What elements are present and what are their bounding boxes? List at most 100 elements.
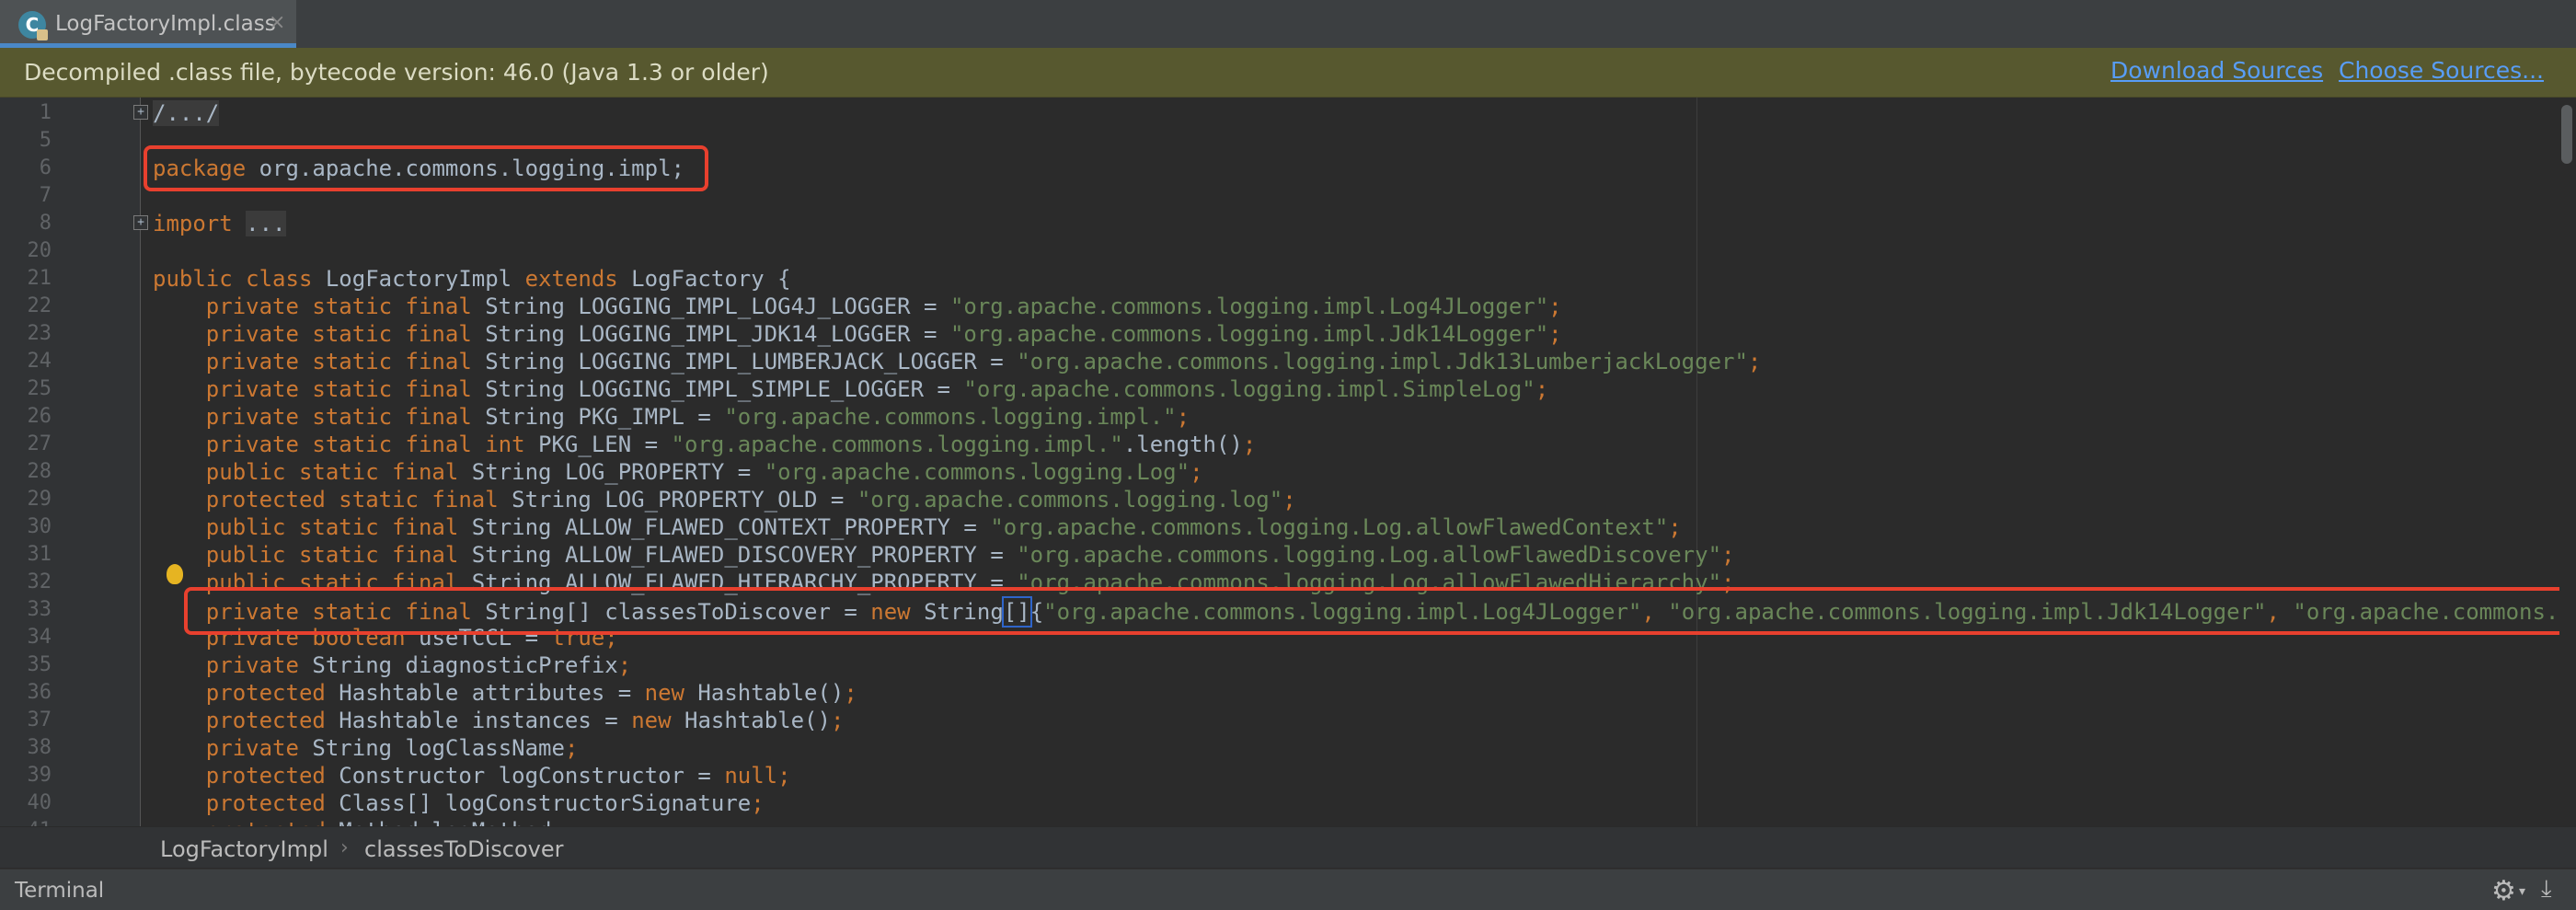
code-token: "org.apache.commons.logging.impl.Jdk14Lo… bbox=[949, 321, 1549, 347]
code-token: protected bbox=[205, 708, 326, 733]
code-token: private static final int bbox=[205, 432, 525, 457]
code-line[interactable]: private static final String LOGGING_IMPL… bbox=[153, 320, 2545, 348]
code-token: ; bbox=[830, 708, 845, 733]
code-token: "org.apache.commons.logging.impl.SimpleL… bbox=[963, 376, 1535, 402]
code-token: Method logMethod bbox=[326, 818, 551, 826]
code-token: ; bbox=[551, 818, 564, 826]
close-tab-icon[interactable]: × bbox=[269, 11, 285, 34]
code-token: Hashtable attributes = bbox=[325, 680, 645, 706]
code-token: protected bbox=[205, 763, 326, 789]
code-line[interactable]: private static final int PKG_LEN = "org.… bbox=[153, 431, 2545, 458]
line-number: 5 bbox=[39, 129, 52, 152]
code-line[interactable]: public static final String ALLOW_FLAWED_… bbox=[153, 541, 2545, 569]
code-token: ; bbox=[1282, 487, 1296, 513]
vertical-scrollbar[interactable] bbox=[2559, 98, 2576, 826]
line-number: 6 bbox=[39, 156, 52, 179]
code-editor[interactable]: 1 5 6 7 8 20 21 22 23 24 25 26 27 28 29 30 31 32 33 34 35 36 3… bbox=[0, 98, 2576, 826]
code-line[interactable]: protected Hashtable attributes = new Has… bbox=[153, 679, 2545, 707]
code-token: String LOG_PROPERTY = bbox=[458, 459, 765, 485]
code-token: String ALLOW_FLAWED_DISCOVERY_PROPERTY = bbox=[458, 542, 1018, 568]
code-token: String LOG_PROPERTY_OLD = bbox=[498, 487, 857, 513]
code-token: private static final bbox=[205, 294, 472, 319]
code-line[interactable]: private static final String LOGGING_IMPL… bbox=[153, 348, 2545, 375]
decompiled-notice-banner: Decompiled .class file, bytecode version… bbox=[0, 48, 2576, 98]
code-line[interactable]: /.../ bbox=[153, 99, 2545, 127]
code-line[interactable]: public static final String ALLOW_FLAWED_… bbox=[153, 513, 2545, 541]
line-number-gutter[interactable]: 1 5 6 7 8 20 21 22 23 24 25 26 27 28 29 30 31 32 33 34 35 36 3… bbox=[0, 98, 141, 826]
tab-logfactoryimpl[interactable]: C LogFactoryImpl.class × bbox=[0, 0, 296, 48]
terminal-tool-button[interactable]: Terminal bbox=[15, 879, 104, 903]
download-sources-link[interactable]: Download Sources bbox=[2110, 57, 2323, 84]
fold-header-icon[interactable]: + bbox=[133, 105, 148, 120]
line-number: 7 bbox=[39, 184, 52, 207]
fold-imports-icon[interactable]: + bbox=[133, 215, 148, 230]
code-token: protected bbox=[205, 790, 326, 816]
code-token: "org.apache.commons.logging.Log.allowFla… bbox=[990, 514, 1669, 540]
line-number: 29 bbox=[27, 488, 52, 511]
code-token: ; bbox=[751, 790, 765, 816]
gear-icon[interactable]: ⚙ bbox=[2491, 875, 2516, 907]
code-token: Class[] logConstructorSignature bbox=[325, 790, 752, 816]
code-token: ; bbox=[1548, 294, 1562, 319]
code-token: public static final bbox=[205, 514, 459, 540]
code-token: String diagnosticPrefix bbox=[298, 652, 618, 678]
code-token: .length() bbox=[1122, 432, 1243, 457]
code-token: ; bbox=[1548, 321, 1562, 347]
lightbulb-intention-icon[interactable] bbox=[167, 564, 183, 584]
line-number: 24 bbox=[27, 350, 52, 373]
breadcrumb-member[interactable]: classesToDiscover bbox=[364, 836, 563, 862]
code-line[interactable]: protected Class[] logConstructorSignatur… bbox=[153, 789, 2545, 817]
line-number: 27 bbox=[27, 432, 52, 455]
choose-sources-link[interactable]: Choose Sources... bbox=[2339, 57, 2544, 84]
decompiled-badge-icon bbox=[37, 29, 48, 40]
line-number: 21 bbox=[27, 267, 52, 290]
code-token: "org.apache.commons.logging.Log" bbox=[764, 459, 1190, 485]
code-line[interactable]: private static final String LOGGING_IMPL… bbox=[153, 293, 2545, 320]
line-number: 28 bbox=[27, 460, 52, 483]
code-token: String logClassName bbox=[298, 735, 565, 761]
code-token: new bbox=[644, 680, 684, 706]
breadcrumb-class[interactable]: LogFactoryImpl bbox=[160, 836, 328, 862]
line-number: 33 bbox=[27, 598, 52, 621]
code-token: Hashtable instances = bbox=[325, 708, 632, 733]
code-line[interactable] bbox=[153, 237, 2545, 265]
line-number: 31 bbox=[27, 543, 52, 566]
code-line[interactable]: private String diagnosticPrefix; bbox=[153, 651, 2545, 679]
code-token: public static final bbox=[205, 459, 459, 485]
code-token: "org.apache.commons.logging.impl.Jdk13Lu… bbox=[1017, 349, 1748, 374]
code-line[interactable]: private static final String PKG_IMPL = "… bbox=[153, 403, 2545, 431]
code-token: LogFactoryImpl bbox=[312, 266, 525, 292]
line-number: 32 bbox=[27, 570, 52, 593]
code-line[interactable]: public class LogFactoryImpl extends LogF… bbox=[153, 265, 2545, 293]
code-line[interactable]: private static final String LOGGING_IMPL… bbox=[153, 375, 2545, 403]
tab-label: LogFactoryImpl.class bbox=[55, 12, 276, 36]
code-token: ; bbox=[1190, 459, 1203, 485]
code-line[interactable]: private String logClassName; bbox=[153, 734, 2545, 762]
code-line[interactable]: public static final String LOG_PROPERTY … bbox=[153, 458, 2545, 486]
breadcrumb: LogFactoryImpl › classesToDiscover bbox=[0, 826, 2576, 868]
code-token: private static final bbox=[205, 321, 472, 347]
download-icon[interactable]: ⤓ bbox=[2541, 875, 2552, 904]
code-line[interactable]: import ... bbox=[153, 210, 2545, 237]
code-token: PKG_LEN = bbox=[524, 432, 672, 457]
code-line[interactable]: protected Method logMethod; bbox=[153, 817, 2545, 826]
code-token: private static final bbox=[205, 376, 472, 402]
scrollbar-thumb[interactable] bbox=[2561, 105, 2572, 164]
code-token: Hashtable() bbox=[684, 680, 845, 706]
chevron-down-icon[interactable]: ▾ bbox=[2519, 884, 2525, 899]
code-line[interactable]: protected Constructor logConstructor = n… bbox=[153, 762, 2545, 789]
code-token: null bbox=[724, 763, 778, 789]
code-token: "org.apache.commons.logging.Log.allowFla… bbox=[1017, 542, 1722, 568]
code-line[interactable]: protected static final String LOG_PROPER… bbox=[153, 486, 2545, 513]
code-line[interactable]: protected Hashtable instances = new Hash… bbox=[153, 707, 2545, 734]
